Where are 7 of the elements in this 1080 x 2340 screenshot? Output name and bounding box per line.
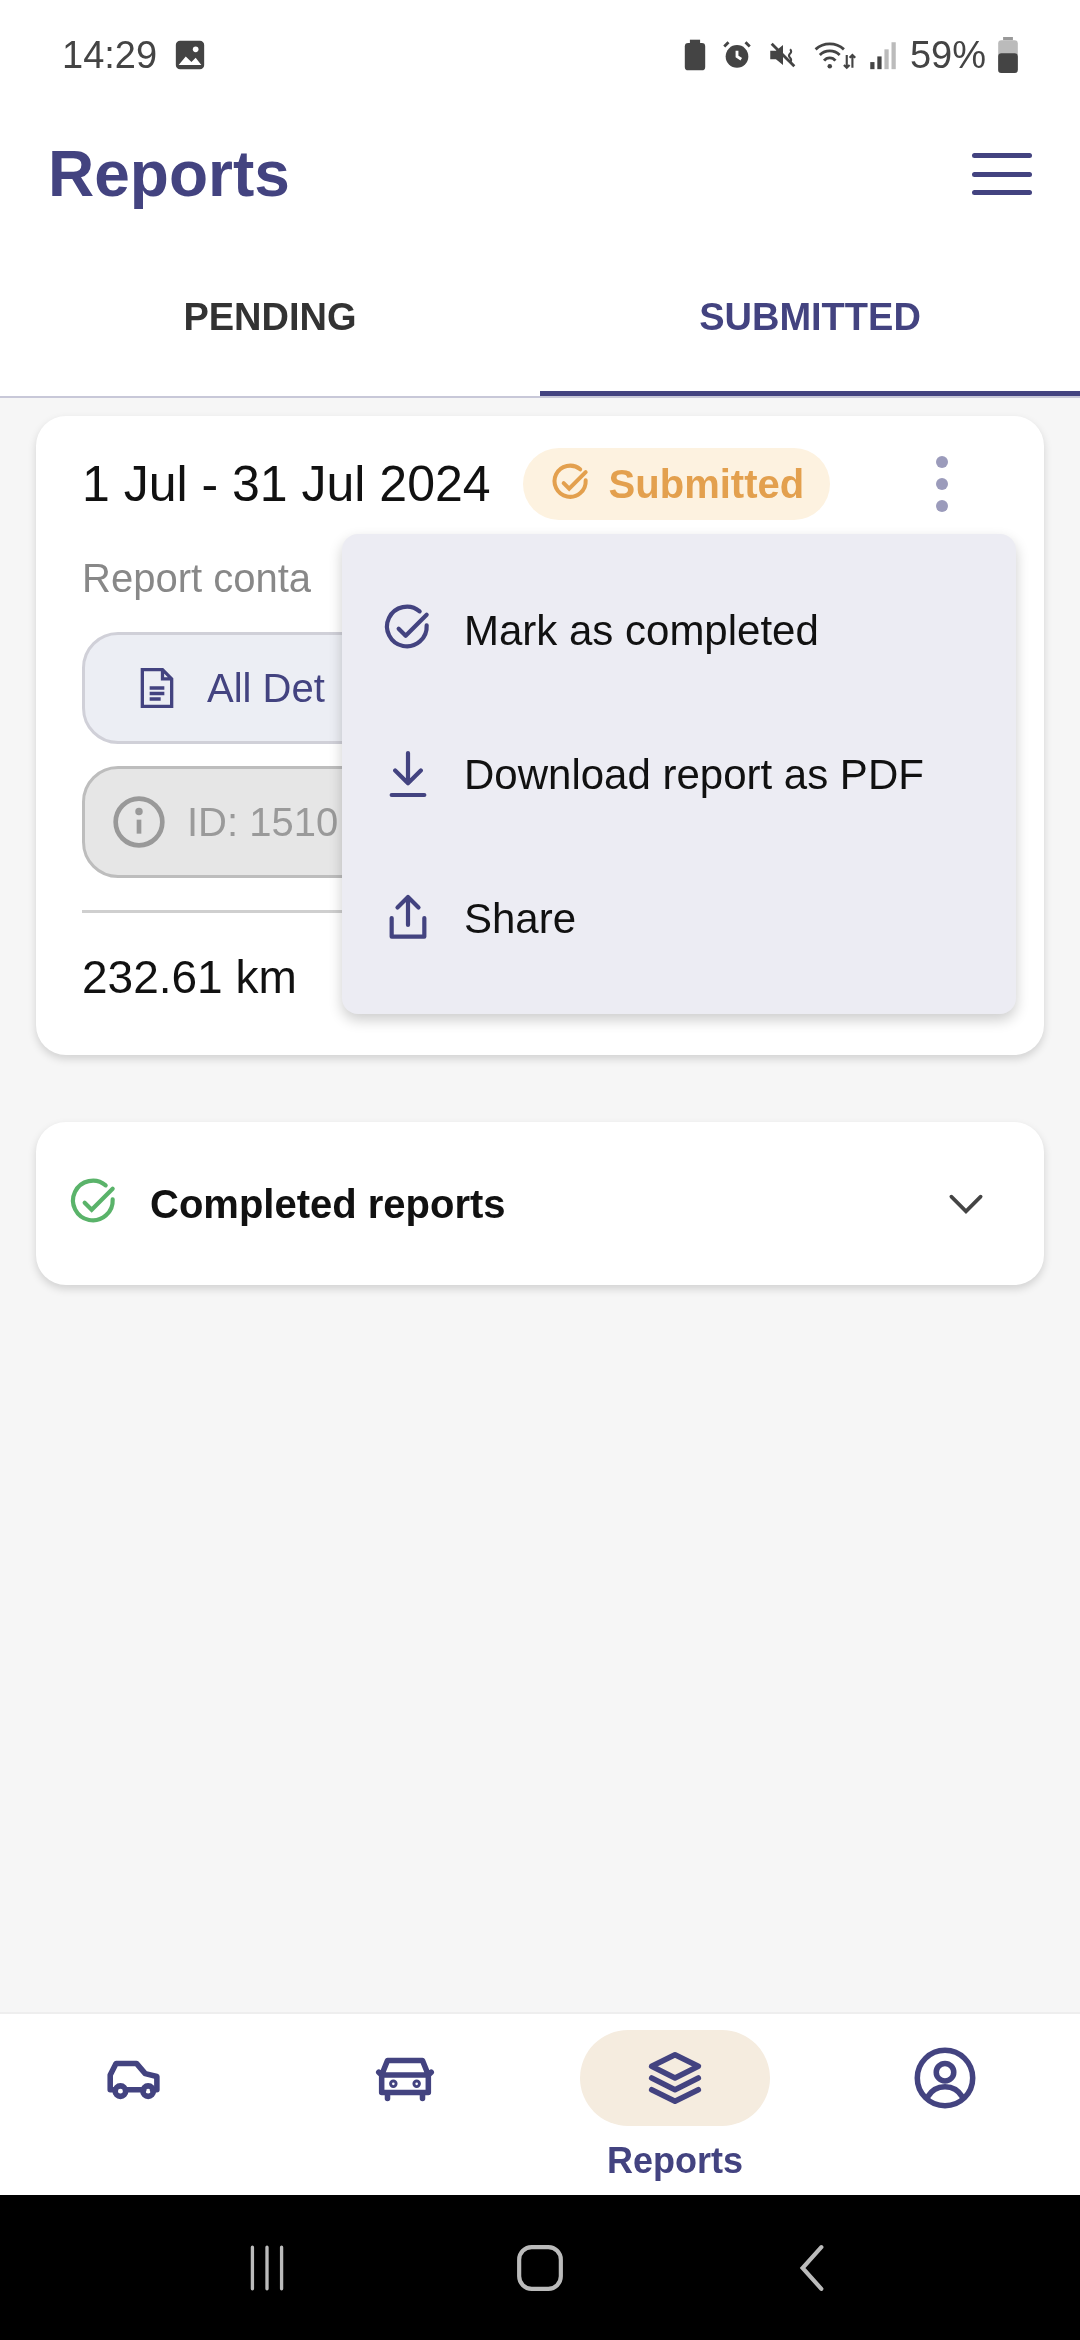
report-period: 1 Jul - 31 Jul 2024 (82, 454, 491, 514)
status-badge: Submitted (522, 448, 831, 520)
page-title: Reports (48, 137, 290, 212)
distance-stat: 232.61 km (82, 949, 297, 1005)
clock: 14:29 (62, 32, 158, 78)
report-description: Report conta (82, 555, 313, 602)
battery-percent: 59% (909, 32, 986, 78)
